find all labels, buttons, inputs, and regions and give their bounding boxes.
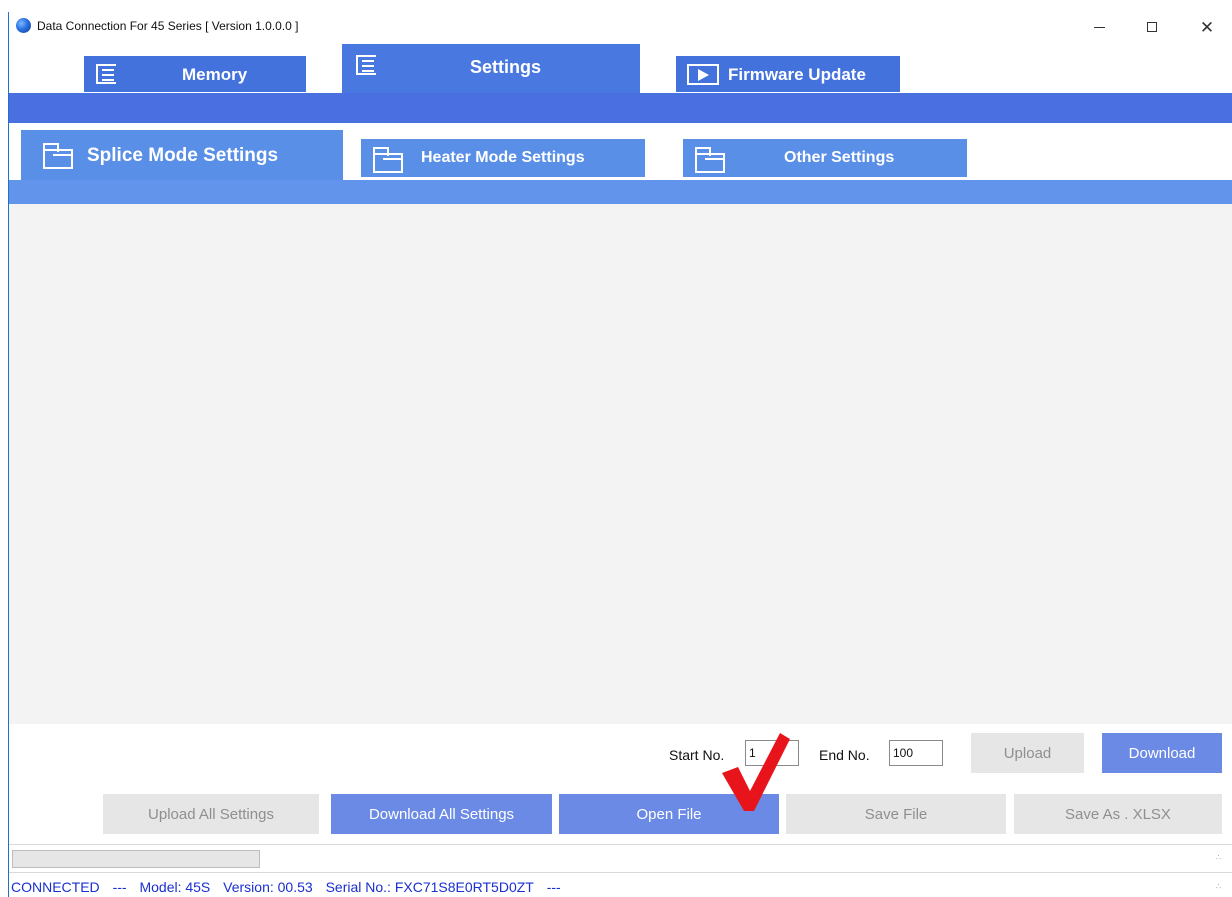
save-file-button[interactable]: Save File bbox=[786, 794, 1006, 834]
app-globe-icon bbox=[16, 18, 31, 33]
tab-settings-label: Settings bbox=[470, 57, 542, 77]
version-info: Version: 00.53 bbox=[223, 879, 313, 895]
title-bar: Data Connection For 45 Series [ Version … bbox=[9, 12, 1232, 42]
status-separator: --- bbox=[546, 879, 561, 895]
tab-memory[interactable]: Memory bbox=[84, 56, 306, 92]
tab-memory-label: Memory bbox=[182, 65, 248, 84]
tab-splice-label: Splice Mode Settings bbox=[87, 145, 279, 166]
minimize-icon bbox=[1093, 26, 1105, 28]
download-button[interactable]: Download bbox=[1102, 733, 1222, 773]
end-no-input[interactable] bbox=[889, 740, 943, 766]
main-tab-band bbox=[9, 93, 1232, 123]
cropped-heading-strip bbox=[0, 0, 1232, 12]
close-icon: ✕ bbox=[1199, 17, 1215, 37]
tab-firmware-label: Firmware Update bbox=[728, 65, 866, 84]
tab-other-settings[interactable]: Other Settings bbox=[683, 139, 967, 177]
connection-status: CONNECTED bbox=[11, 879, 100, 895]
list-icon bbox=[356, 55, 376, 75]
tab-settings[interactable]: Settings bbox=[342, 44, 640, 93]
download-all-settings-button[interactable]: Download All Settings bbox=[331, 794, 552, 834]
minimize-button[interactable] bbox=[1077, 12, 1121, 42]
folder-icon bbox=[373, 147, 403, 173]
folder-icon bbox=[43, 143, 73, 169]
serial-info: Serial No.: FXC71S8E0RT5D0ZT bbox=[325, 879, 534, 895]
status-divider bbox=[9, 844, 1232, 845]
status-separator: --- bbox=[112, 879, 127, 895]
play-icon bbox=[687, 64, 719, 85]
folder-icon bbox=[695, 147, 725, 173]
upload-button[interactable]: Upload bbox=[971, 733, 1084, 773]
tab-heater-label: Heater Mode Settings bbox=[421, 149, 585, 166]
tab-splice-mode-settings[interactable]: Splice Mode Settings bbox=[21, 130, 343, 180]
save-as-xlsx-button[interactable]: Save As . XLSX bbox=[1014, 794, 1222, 834]
tab-firmware-update[interactable]: Firmware Update bbox=[676, 56, 900, 92]
resize-grip-icon: ∴ bbox=[1216, 853, 1221, 862]
sub-tab-band bbox=[9, 180, 1232, 204]
status-bar: CONNECTED --- Model: 45S Version: 00.53 … bbox=[11, 879, 570, 895]
progress-bar bbox=[12, 850, 260, 868]
settings-content-panel bbox=[9, 204, 1232, 724]
maximize-button[interactable] bbox=[1130, 12, 1174, 42]
resize-grip-icon[interactable]: ∴ bbox=[1216, 883, 1226, 894]
window-title: Data Connection For 45 Series [ Version … bbox=[37, 19, 299, 33]
checkmark-icon bbox=[722, 733, 790, 811]
close-button[interactable]: ✕ bbox=[1185, 12, 1229, 42]
maximize-icon bbox=[1147, 22, 1157, 32]
status-divider bbox=[9, 872, 1232, 873]
app-window: Data Connection For 45 Series [ Version … bbox=[8, 12, 1232, 897]
list-icon bbox=[96, 64, 116, 84]
upload-all-settings-button[interactable]: Upload All Settings bbox=[103, 794, 319, 834]
tab-heater-mode-settings[interactable]: Heater Mode Settings bbox=[361, 139, 645, 177]
end-no-label: End No. bbox=[819, 747, 870, 763]
model-info: Model: 45S bbox=[139, 879, 211, 895]
tab-other-label: Other Settings bbox=[784, 149, 895, 166]
